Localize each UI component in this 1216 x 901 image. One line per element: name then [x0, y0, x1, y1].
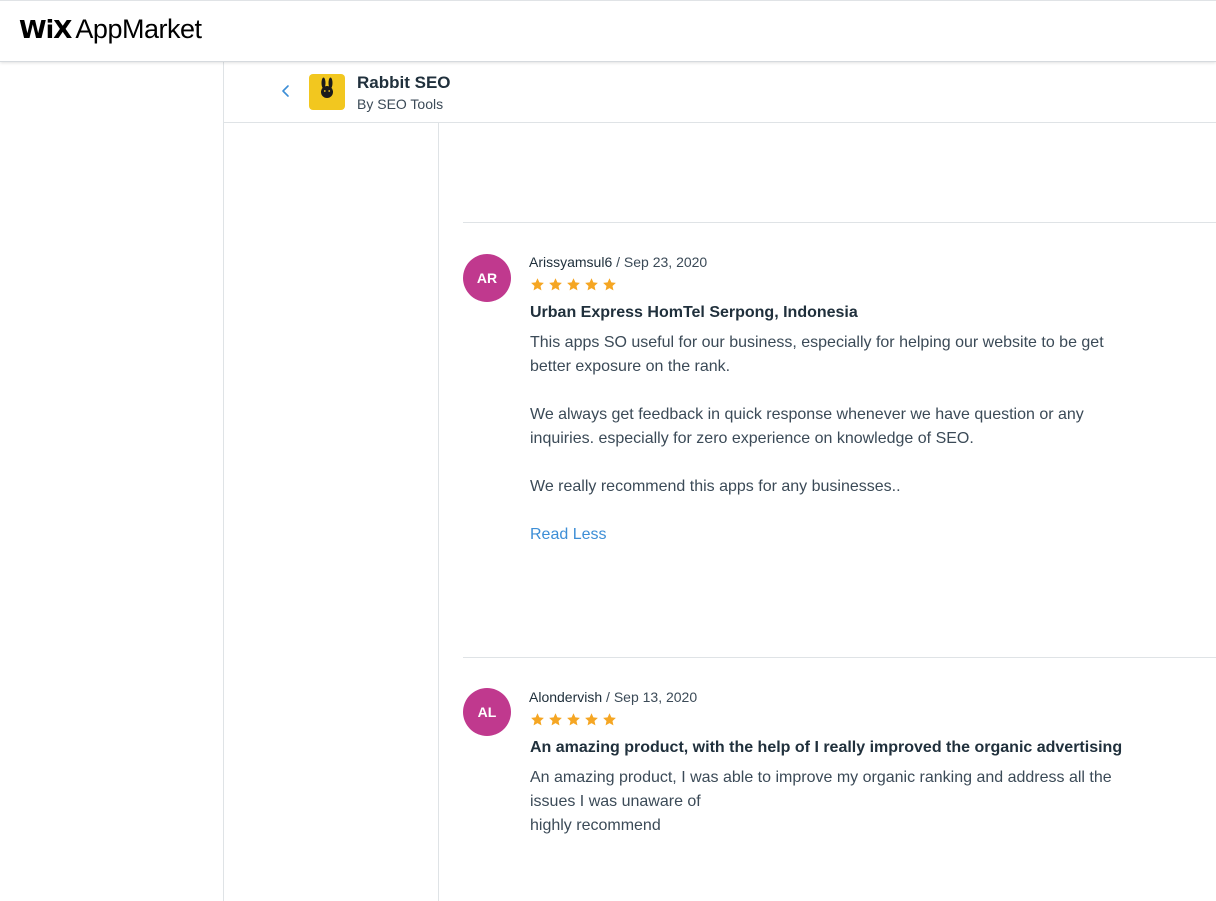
star-icon — [585, 713, 598, 726]
star-icon — [549, 713, 562, 726]
review-meta: Arissyamsul6 / Sep 23, 2020 — [529, 254, 707, 270]
review-title: Urban Express HomTel Serpong, Indonesia — [530, 304, 858, 321]
review-divider — [463, 657, 1216, 658]
app-market-logo-text: AppMarket — [75, 14, 202, 44]
review-meta: Alondervish / Sep 13, 2020 — [529, 689, 697, 705]
review-author: Arissyamsul6 — [529, 254, 613, 270]
review-body: This apps SO useful for our business, es… — [530, 334, 1104, 495]
avatar: AR — [463, 254, 511, 302]
wix-app-market-logo[interactable]: WiX AppMarket — [19, 14, 202, 45]
review-title: An amazing product, with the help of I r… — [530, 739, 1123, 756]
read-less-link[interactable]: Read Less — [530, 526, 607, 544]
star-rating — [530, 712, 617, 727]
star-icon — [549, 278, 562, 291]
by-prefix: By — [357, 96, 374, 112]
star-icon — [603, 278, 616, 291]
developer-name[interactable]: SEO Tools — [377, 96, 443, 112]
app-header: Rabbit SEO By SEO Tools — [224, 62, 1216, 123]
star-rating — [530, 277, 617, 292]
star-icon — [531, 278, 544, 291]
review-divider — [463, 222, 1216, 223]
top-bar: WiX AppMarket — [0, 0, 1216, 62]
review-date: Sep 23, 2020 — [623, 254, 708, 270]
star-icon — [603, 713, 616, 726]
app-name: Rabbit SEO — [357, 73, 451, 92]
wix-logo-text: WiX — [19, 15, 72, 44]
star-icon — [531, 713, 544, 726]
meta-separator: / — [602, 689, 614, 705]
star-icon — [585, 278, 598, 291]
back-button[interactable] — [276, 80, 296, 102]
star-icon — [567, 713, 580, 726]
sidebar-divider — [223, 62, 224, 901]
rabbit-seo-app-icon — [309, 74, 345, 110]
review-author: Alondervish — [529, 689, 603, 705]
meta-separator: / — [612, 254, 624, 270]
review-body: An amazing product, I was able to improv… — [530, 769, 1112, 834]
app-developer-line: By SEO Tools — [357, 96, 443, 112]
content-column-divider — [438, 123, 439, 901]
star-icon — [567, 278, 580, 291]
chevron-left-icon — [282, 85, 289, 97]
review-date: Sep 13, 2020 — [613, 689, 698, 705]
avatar: AL — [463, 688, 511, 736]
